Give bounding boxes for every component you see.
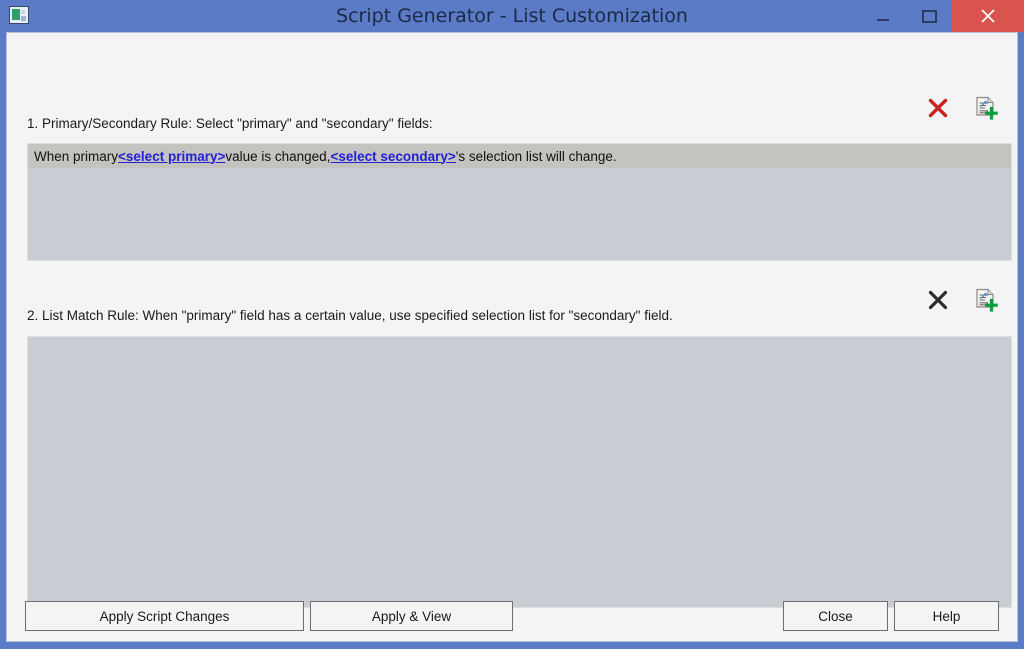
rule-text-before: When primary xyxy=(34,149,118,164)
app-icon-light-square xyxy=(21,10,25,14)
list-match-rule-panel[interactable] xyxy=(27,336,1012,608)
section-2-add-button[interactable] xyxy=(969,283,1003,317)
section-1-label: 1. Primary/Secondary Rule: Select "prima… xyxy=(27,116,433,131)
rule-text-middle: value is changed, xyxy=(225,149,330,164)
section-2-delete-button[interactable] xyxy=(921,283,955,317)
add-rule-icon xyxy=(973,287,999,313)
section-2-label: 2. List Match Rule: When "primary" field… xyxy=(27,308,673,323)
delete-x-icon xyxy=(926,288,950,312)
delete-x-icon xyxy=(926,96,950,120)
section-1-add-button[interactable] xyxy=(969,91,1003,125)
app-icon-blue-square xyxy=(21,16,26,21)
close-dialog-button[interactable]: Close xyxy=(783,601,888,631)
primary-secondary-rule-panel[interactable]: When primary <select primary> value is c… xyxy=(27,143,1012,261)
dialog-button-row: Apply Script Changes Apply & View Close … xyxy=(7,601,1017,631)
rule-text-after: 's selection list will change. xyxy=(456,149,617,164)
help-button[interactable]: Help xyxy=(894,601,999,631)
add-rule-icon xyxy=(973,95,999,121)
maximize-icon xyxy=(922,10,937,23)
apply-and-view-button[interactable]: Apply & View xyxy=(310,601,513,631)
minimize-button[interactable] xyxy=(860,0,906,32)
close-icon xyxy=(979,7,997,25)
section-1-toolbar xyxy=(921,91,1003,125)
maximize-button[interactable] xyxy=(906,0,952,32)
minimize-icon xyxy=(877,19,889,21)
section-2-toolbar xyxy=(921,283,1003,317)
apply-script-changes-button[interactable]: Apply Script Changes xyxy=(25,601,304,631)
title-bar[interactable]: Script Generator - List Customization xyxy=(0,0,1024,32)
select-secondary-link[interactable]: <select secondary> xyxy=(330,149,455,164)
script-generator-icon xyxy=(9,6,29,24)
primary-secondary-rule-row[interactable]: When primary <select primary> value is c… xyxy=(28,144,1011,168)
application-window: Script Generator - List Customization 1.… xyxy=(0,0,1024,649)
section-1-delete-button[interactable] xyxy=(921,91,955,125)
window-controls xyxy=(860,0,1024,32)
select-primary-link[interactable]: <select primary> xyxy=(118,149,225,164)
app-icon-green-square xyxy=(12,9,20,20)
close-button[interactable] xyxy=(952,0,1024,32)
client-area: 1. Primary/Secondary Rule: Select "prima… xyxy=(6,32,1018,642)
